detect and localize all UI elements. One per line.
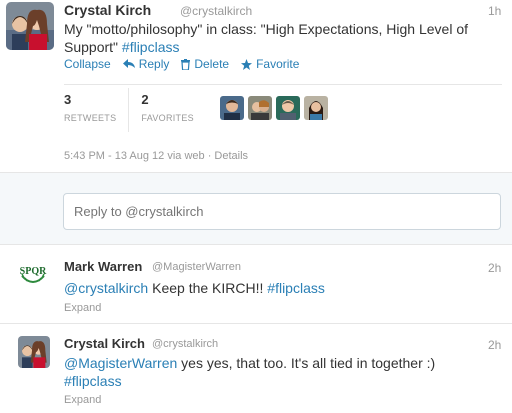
reply-area (0, 172, 512, 245)
tweet-stats: 3 RETWEETS 2 FAVORITES (64, 88, 218, 132)
author-handle[interactable]: @crystalkirch (180, 4, 252, 18)
favoriter-image (276, 96, 300, 120)
favoriter-avatar[interactable] (276, 96, 300, 120)
favorites-stat[interactable]: 2 FAVORITES (141, 88, 206, 132)
divider (64, 84, 502, 85)
tweet-time[interactable]: 2h (488, 338, 501, 352)
collapse-button[interactable]: Collapse (64, 57, 111, 71)
reply-tweet[interactable]: Crystal Kirch @crystalkirch 2h @Magister… (0, 324, 512, 413)
author-name[interactable]: Crystal Kirch (64, 336, 145, 351)
tweet-time[interactable]: 1h (488, 4, 501, 18)
tweet-text: My "motto/philosophy" in class: "High Ex… (64, 20, 504, 56)
retweets-label: RETWEETS (64, 113, 117, 123)
avatar[interactable]: SPQR (18, 258, 48, 288)
tweet-text-line2: Support" (64, 39, 122, 55)
avatar[interactable] (18, 336, 50, 368)
reply-input[interactable] (63, 193, 501, 230)
spqr-logo-icon: SPQR (18, 258, 48, 288)
tweet-text: @crystalkirch Keep the KIRCH!! #flipclas… (64, 279, 504, 297)
tweet-actions: Collapse Reply Delete Favorite (64, 57, 311, 71)
expand-link[interactable]: Expand (64, 394, 101, 406)
favoriter-image (304, 96, 328, 120)
reply-icon (122, 59, 135, 68)
delete-button[interactable]: Delete (181, 57, 229, 71)
avatar-image (18, 336, 50, 368)
mention-link[interactable]: @MagisterWarren (64, 355, 177, 371)
trash-icon (181, 58, 191, 70)
favorite-button[interactable]: Favorite (241, 57, 299, 71)
favorites-label: FAVORITES (141, 113, 194, 123)
avatar[interactable] (6, 2, 54, 50)
tweet-time[interactable]: 2h (488, 261, 501, 275)
reply-button[interactable]: Reply (122, 57, 170, 71)
delete-label: Delete (194, 57, 230, 71)
avatar-image (6, 2, 54, 50)
hashtag-link[interactable]: #flipclass (267, 280, 325, 296)
retweets-count: 3 (64, 92, 72, 107)
favoriter-avatar[interactable] (248, 96, 272, 120)
mention-link[interactable]: @crystalkirch (64, 280, 148, 296)
star-icon (241, 58, 253, 70)
favorite-label: Favorite (256, 57, 300, 71)
favoriter-avatar[interactable] (304, 96, 328, 120)
author-handle[interactable]: @MagisterWarren (152, 261, 241, 273)
expand-link[interactable]: Expand (64, 302, 101, 314)
collapse-label: Collapse (64, 57, 111, 71)
author-name[interactable]: Mark Warren (64, 259, 142, 274)
favoriter-image (220, 96, 244, 120)
tweet-body: Keep the KIRCH!! (148, 280, 268, 296)
hashtag-link[interactable]: #flipclass (122, 39, 180, 55)
tweet-body: yes yes, that too. It's all tied in toge… (177, 355, 436, 371)
tweet-text-line1: My "motto/philosophy" in class: "High Ex… (64, 21, 468, 37)
author-name[interactable]: Crystal Kirch (64, 2, 151, 18)
tweet-text: @MagisterWarren yes yes, that too. It's … (64, 354, 484, 390)
favoriter-avatar[interactable] (220, 96, 244, 120)
reply-tweet[interactable]: SPQR Mark Warren @MagisterWarren 2h @cry… (0, 245, 512, 323)
author-handle[interactable]: @crystalkirch (152, 338, 218, 350)
favorites-count: 2 (141, 92, 149, 107)
tweet-meta[interactable]: 5:43 PM - 13 Aug 12 via web · Details (64, 150, 248, 162)
favoriter-avatars (220, 96, 328, 120)
reply-label: Reply (138, 57, 170, 71)
hashtag-link[interactable]: #flipclass (64, 373, 122, 389)
retweets-stat[interactable]: 3 RETWEETS (64, 88, 130, 132)
favoriter-image (248, 96, 272, 120)
